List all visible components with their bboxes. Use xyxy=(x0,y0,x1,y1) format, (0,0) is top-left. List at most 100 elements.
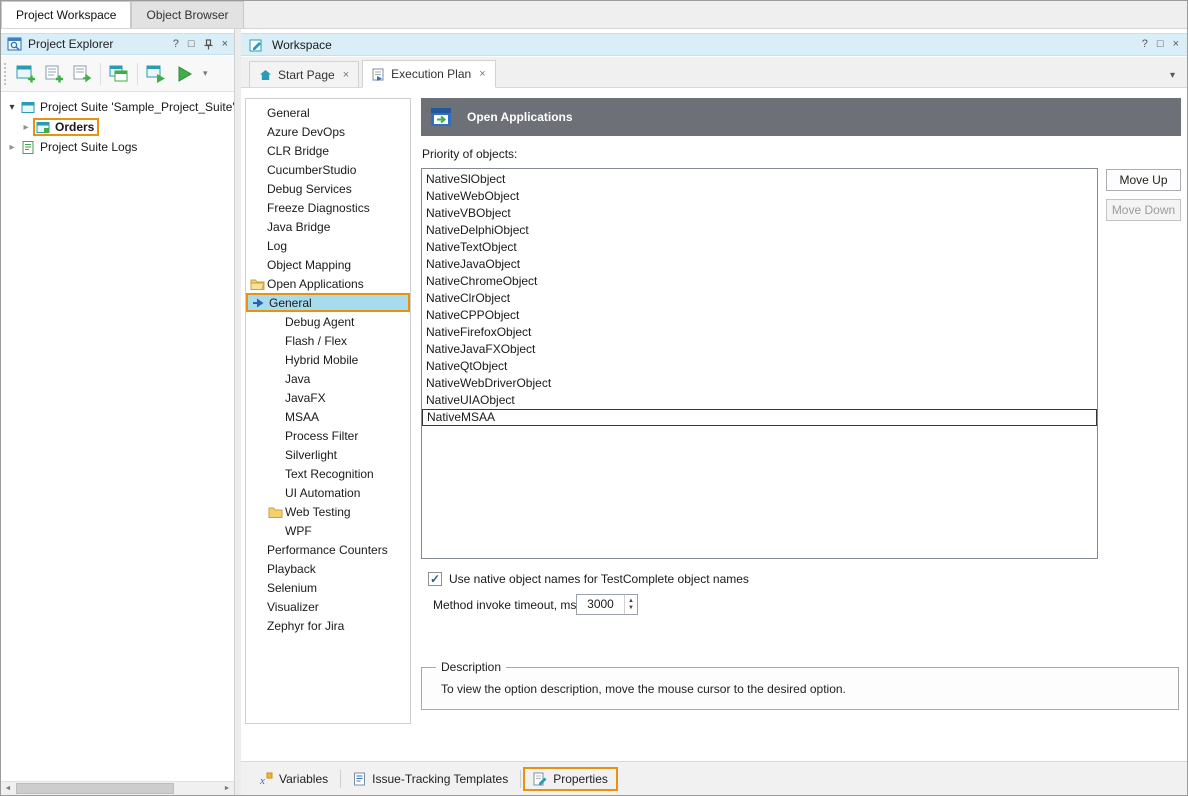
options-tree-item[interactable]: Java Bridge xyxy=(246,217,410,236)
priority-list-item[interactable]: NativeTextObject xyxy=(422,239,1097,256)
priority-list-item[interactable]: NativeChromeObject xyxy=(422,273,1097,290)
description-title: Description xyxy=(436,660,506,674)
options-tree-item[interactable]: UI Automation xyxy=(246,483,410,502)
options-tree-item[interactable]: Selenium xyxy=(246,578,410,597)
horizontal-scrollbar[interactable]: ◄ ► xyxy=(1,781,234,795)
options-tree-item[interactable]: Playback xyxy=(246,559,410,578)
expand-arrow-icon[interactable]: ▸ xyxy=(19,122,33,133)
priority-list-item[interactable]: NativeMSAA xyxy=(422,409,1097,426)
options-tree-label: Hybrid Mobile xyxy=(285,353,358,367)
project-icon xyxy=(36,121,51,134)
close-icon[interactable]: × xyxy=(222,39,228,50)
priority-list-item[interactable]: NativeDelphiObject xyxy=(422,222,1097,239)
tab-variables[interactable]: x Variables xyxy=(249,767,338,791)
project-tree-item-body[interactable]: Project Suite 'Sample_Project_Suite' (1 … xyxy=(19,99,234,115)
options-tree-item[interactable]: Debug Agent xyxy=(246,312,410,331)
options-tree-item[interactable]: CLR Bridge xyxy=(246,141,410,160)
run-project-suite-icon[interactable] xyxy=(143,61,169,87)
help-icon[interactable]: ? xyxy=(1142,39,1148,50)
priority-list-item[interactable]: NativeSlObject xyxy=(422,171,1097,188)
priority-list-item[interactable]: NativeFirefoxObject xyxy=(422,324,1097,341)
options-tree-item[interactable]: Process Filter xyxy=(246,426,410,445)
toolbar-grip[interactable] xyxy=(4,63,9,85)
pin-icon[interactable] xyxy=(204,39,213,50)
run-project-icon[interactable] xyxy=(171,61,197,87)
expand-arrow-icon[interactable]: ▸ xyxy=(5,142,19,153)
add-project-icon[interactable] xyxy=(41,61,67,87)
close-icon[interactable]: × xyxy=(1173,39,1179,50)
timeout-spinner[interactable]: 3000 ▲ ▼ xyxy=(576,594,638,615)
tab-execution-plan[interactable]: Execution Plan × xyxy=(362,60,496,88)
tab-list-dropdown-icon[interactable]: ▾ xyxy=(1170,70,1175,81)
spin-down-icon[interactable]: ▼ xyxy=(628,605,634,611)
float-window-icon[interactable]: □ xyxy=(188,39,195,50)
object-browser-icon[interactable] xyxy=(106,61,132,87)
tab-project-workspace[interactable]: Project Workspace xyxy=(1,1,131,28)
options-tree-item[interactable]: Web Testing xyxy=(246,502,410,521)
priority-list-item[interactable]: NativeCPPObject xyxy=(422,307,1097,324)
options-tree-item[interactable]: JavaFX xyxy=(246,388,410,407)
tab-start-page[interactable]: Start Page × xyxy=(249,61,359,87)
options-tree-item[interactable]: MSAA xyxy=(246,407,410,426)
options-tree-item[interactable]: Silverlight xyxy=(246,445,410,464)
options-tree-item[interactable]: Text Recognition xyxy=(246,464,410,483)
add-project-suite-icon[interactable] xyxy=(13,61,39,87)
toolbar-dropdown-icon[interactable]: ▾ xyxy=(199,68,212,79)
priority-list-item[interactable]: NativeQtObject xyxy=(422,358,1097,375)
scroll-left-icon[interactable]: ◄ xyxy=(1,782,15,795)
options-tree-item[interactable]: CucumberStudio xyxy=(246,160,410,179)
priority-list-item[interactable]: NativeWebDriverObject xyxy=(422,375,1097,392)
project-tree-item[interactable]: ▸Orders xyxy=(1,117,234,137)
close-tab-icon[interactable]: × xyxy=(343,69,349,81)
project-tree-item[interactable]: ▾Project Suite 'Sample_Project_Suite' (1… xyxy=(1,97,234,117)
options-tree-item[interactable]: Object Mapping xyxy=(246,255,410,274)
execution-plan-editor: GeneralAzure DevOpsCLR BridgeCucumberStu… xyxy=(241,88,1187,795)
scrollbar-thumb[interactable] xyxy=(16,783,174,794)
options-tree-item[interactable]: Debug Services xyxy=(246,179,410,198)
options-tree-item[interactable]: Log xyxy=(246,236,410,255)
project-tree-item-body[interactable]: Orders xyxy=(33,118,99,136)
tab-separator xyxy=(520,770,521,788)
move-down-button[interactable]: Move Down xyxy=(1106,199,1181,221)
tab-issue-tracking-templates[interactable]: Issue-Tracking Templates xyxy=(343,767,518,791)
options-tree-item[interactable]: Open Applications xyxy=(246,274,410,293)
options-tree-item[interactable]: Zephyr for Jira xyxy=(246,616,410,635)
timeout-value[interactable]: 3000 xyxy=(577,595,624,614)
application-window: Project Workspace Object Browser Project… xyxy=(0,0,1188,796)
scroll-right-icon[interactable]: ► xyxy=(220,782,234,795)
workspace-header: Workspace ? □ × xyxy=(241,33,1187,56)
priority-list-item[interactable]: NativeVBObject xyxy=(422,205,1097,222)
move-up-button[interactable]: Move Up xyxy=(1106,169,1181,191)
priority-list-item[interactable]: NativeWebObject xyxy=(422,188,1097,205)
priority-list-item[interactable]: NativeClrObject xyxy=(422,290,1097,307)
close-tab-icon[interactable]: × xyxy=(479,68,485,80)
project-explorer-panel: Project Explorer ? □ × xyxy=(1,29,235,795)
priority-list-item[interactable]: NativeJavaObject xyxy=(422,256,1097,273)
open-applications-icon xyxy=(429,105,453,129)
options-tree-item[interactable]: Visualizer xyxy=(246,597,410,616)
tab-object-browser[interactable]: Object Browser xyxy=(131,1,243,28)
options-tree-item[interactable]: WPF xyxy=(246,521,410,540)
priority-list-item[interactable]: NativeUIAObject xyxy=(422,392,1097,409)
options-tree-item[interactable]: Azure DevOps xyxy=(246,122,410,141)
options-tree-item[interactable]: General xyxy=(246,103,410,122)
project-tree-item[interactable]: ▸Project Suite Logs xyxy=(1,137,234,157)
options-tree-item[interactable]: Hybrid Mobile xyxy=(246,350,410,369)
options-tree-label: Visualizer xyxy=(267,600,319,614)
help-icon[interactable]: ? xyxy=(173,39,179,50)
priority-list-item[interactable]: NativeJavaFXObject xyxy=(422,341,1097,358)
tab-separator xyxy=(340,770,341,788)
options-tree-item[interactable]: Freeze Diagnostics xyxy=(246,198,410,217)
options-tree-item[interactable]: Performance Counters xyxy=(246,540,410,559)
options-tree-item[interactable]: Java xyxy=(246,369,410,388)
project-tree-item-body[interactable]: Project Suite Logs xyxy=(19,139,141,155)
tab-properties[interactable]: Properties xyxy=(523,767,618,791)
options-tree-item[interactable]: Flash / Flex xyxy=(246,331,410,350)
workspace-icon xyxy=(249,38,264,52)
float-window-icon[interactable]: □ xyxy=(1157,39,1164,50)
collapse-arrow-icon[interactable]: ▾ xyxy=(5,102,19,113)
options-tree-item[interactable]: General xyxy=(246,293,410,312)
spin-up-icon[interactable]: ▲ xyxy=(628,598,634,604)
native-names-checkbox[interactable]: ✓ xyxy=(428,572,442,586)
add-project-item-icon[interactable] xyxy=(69,61,95,87)
